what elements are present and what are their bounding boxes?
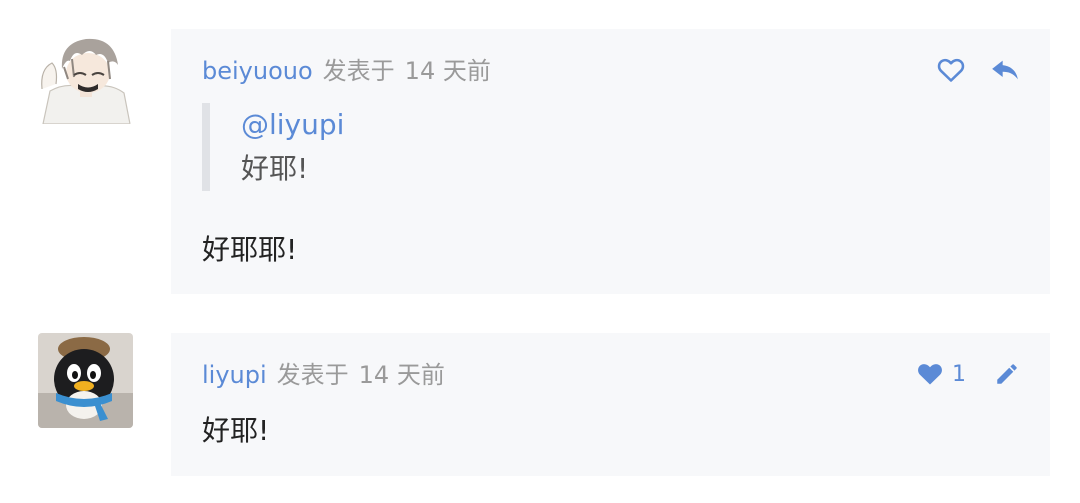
reply-icon <box>992 60 1018 80</box>
timestamp: 14 天前 <box>358 361 445 389</box>
comment-actions: 1 <box>916 361 1020 387</box>
author-link[interactable]: liyupi <box>202 361 267 389</box>
avatar[interactable] <box>38 29 133 124</box>
comment-card: liyupi 发表于 14 天前 1 好耶! <box>171 333 1050 476</box>
avatar[interactable] <box>38 333 133 428</box>
comment-body: 好耶! <box>202 414 270 447</box>
posted-label: 发表于 <box>322 57 395 85</box>
quoted-reply: @liyupi 好耶! <box>202 103 344 191</box>
edit-icon <box>997 364 1017 384</box>
like-button[interactable] <box>937 57 965 83</box>
like-count: 1 <box>952 361 966 387</box>
anime-boy-avatar-icon <box>38 29 133 124</box>
mention-link[interactable]: @liyupi <box>241 103 344 147</box>
heart-outline-icon <box>937 58 965 82</box>
like-button[interactable] <box>916 361 944 387</box>
author-link[interactable]: beiyuouo <box>202 57 313 85</box>
comment-meta: liyupi 发表于 14 天前 <box>202 360 445 390</box>
timestamp: 14 天前 <box>404 57 491 85</box>
penguin-toy-avatar-icon <box>38 333 133 428</box>
comment-meta: beiyuouo 发表于 14 天前 <box>202 56 491 86</box>
reply-button[interactable] <box>991 58 1019 82</box>
comment-body: 好耶耶! <box>202 233 298 266</box>
comment-actions <box>937 57 1019 83</box>
posted-label: 发表于 <box>276 361 349 389</box>
edit-button[interactable] <box>994 361 1020 387</box>
comment-card: beiyuouo 发表于 14 天前 @liyupi 好耶! 好耶耶! <box>171 29 1050 294</box>
heart-filled-icon <box>918 364 942 385</box>
quoted-text: 好耶! <box>241 152 309 185</box>
